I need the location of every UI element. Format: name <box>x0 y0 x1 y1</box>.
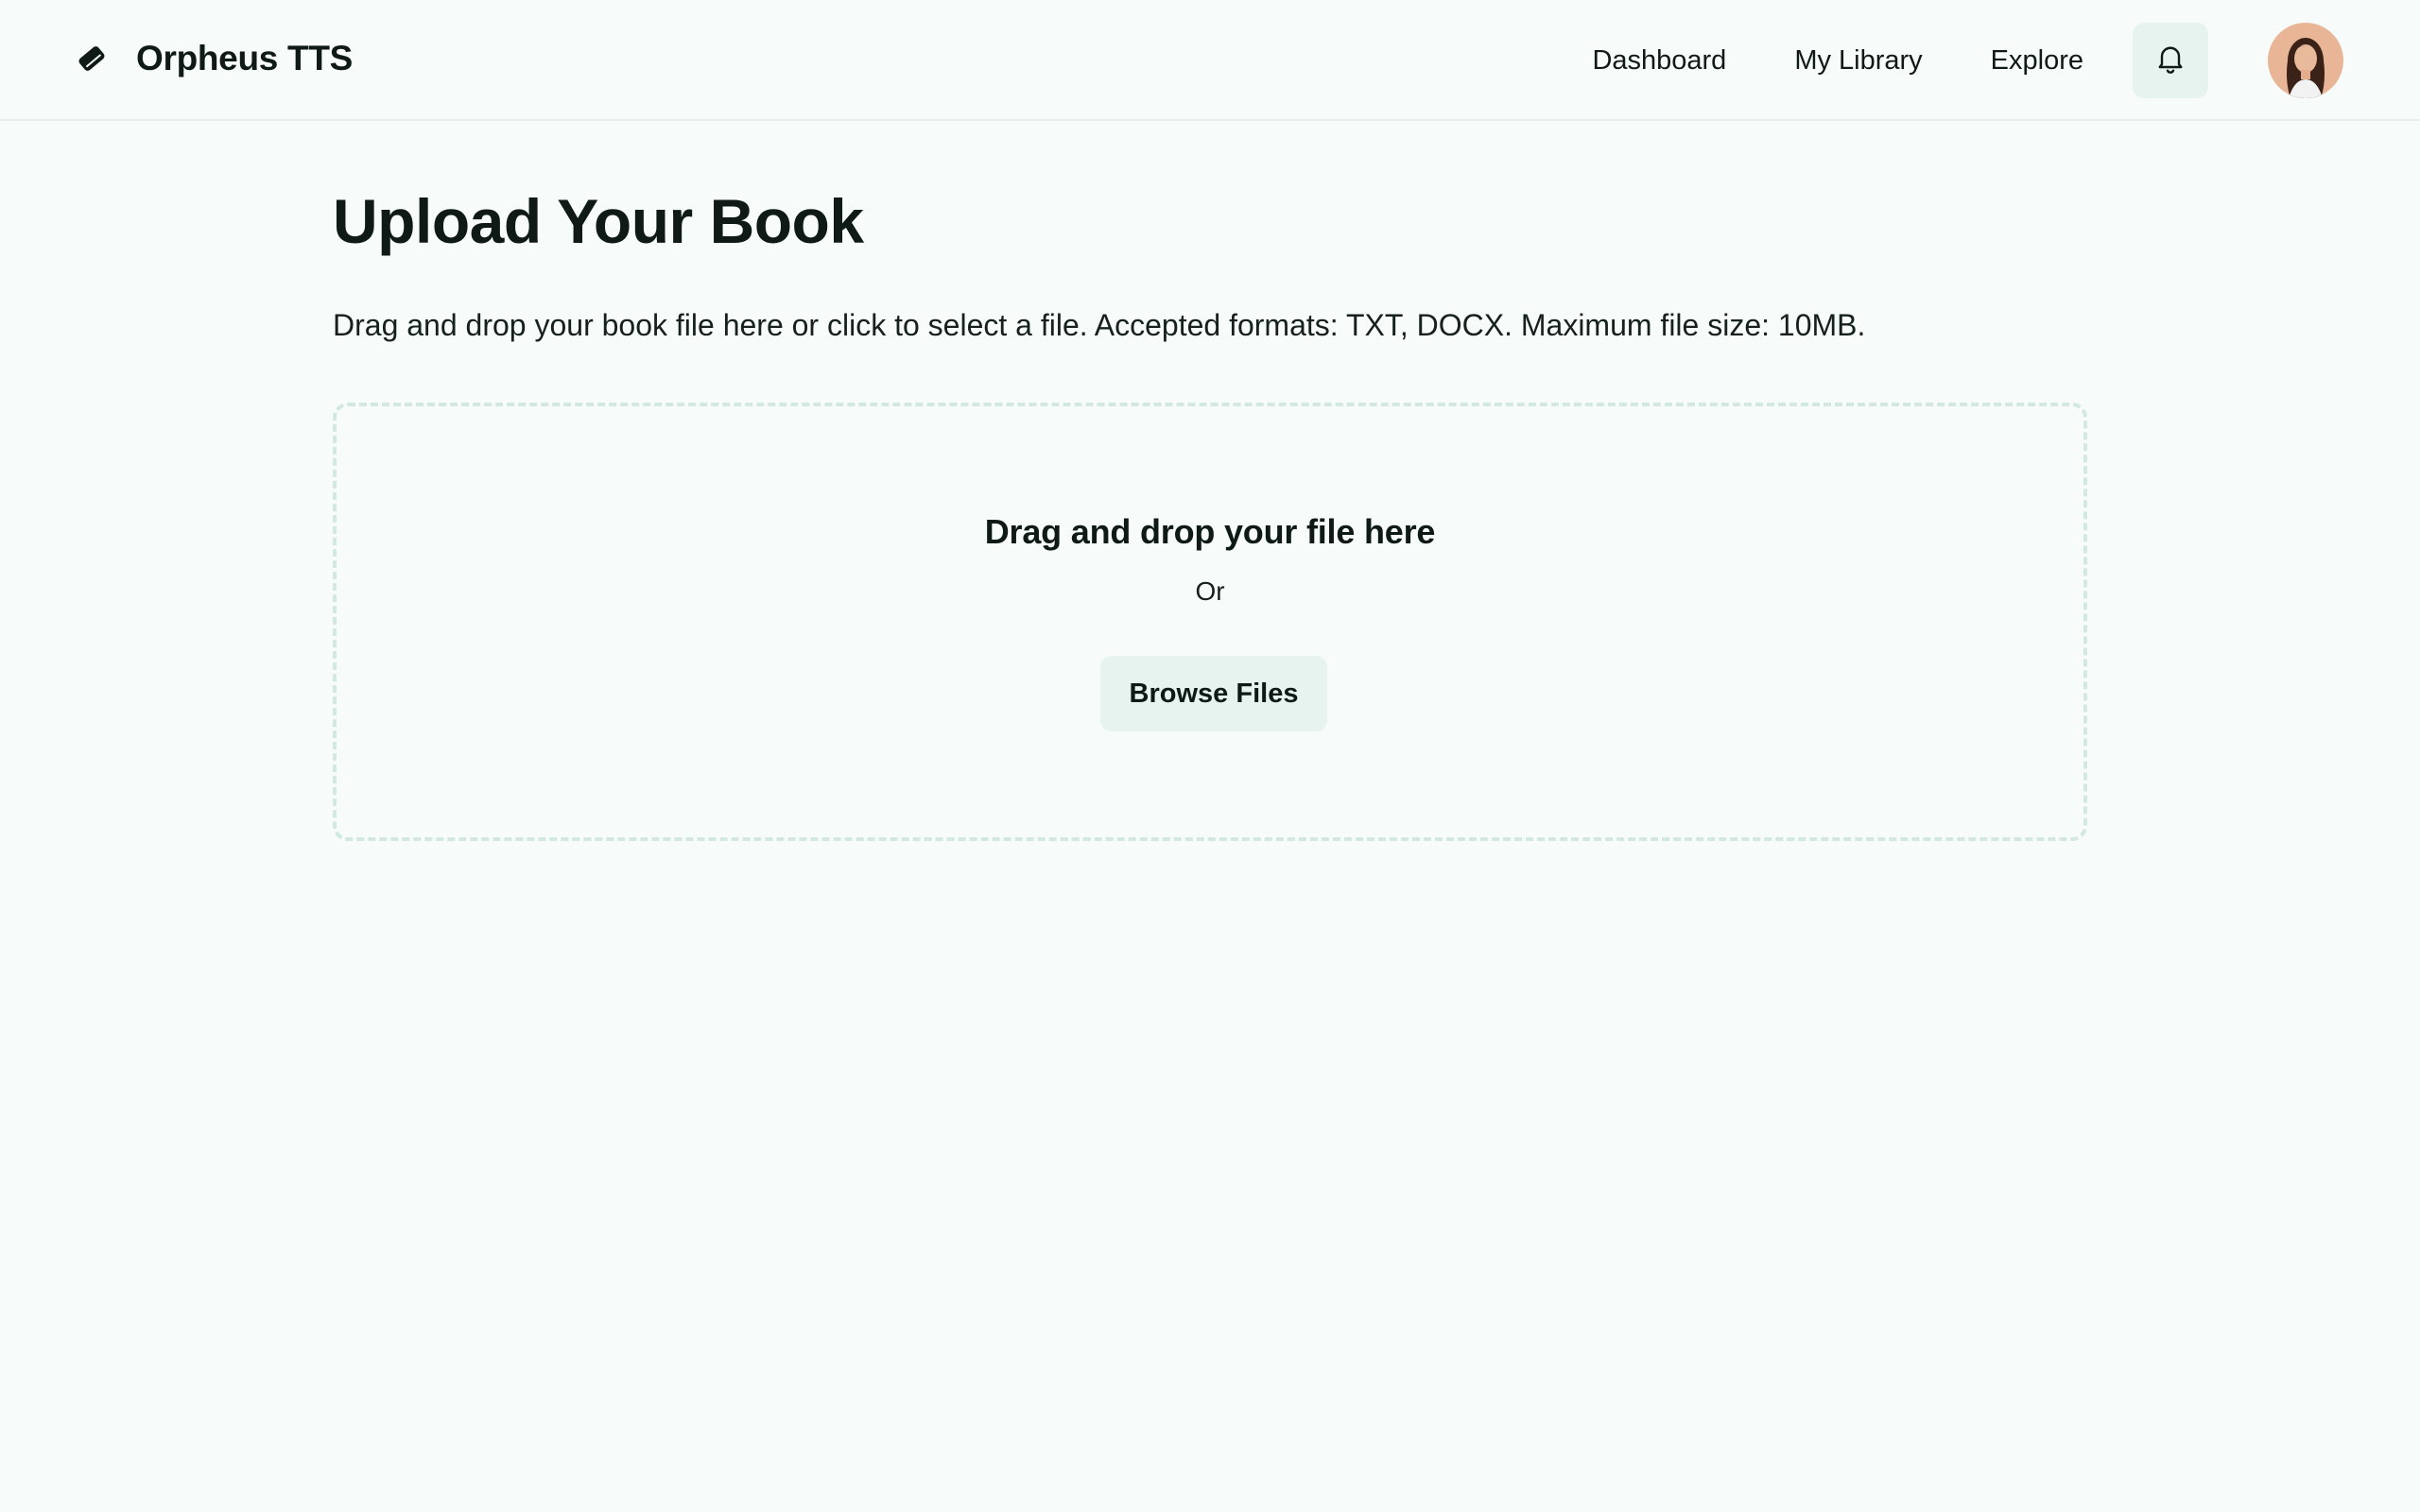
nav-link-explore[interactable]: Explore <box>1991 45 2083 77</box>
browse-files-button[interactable]: Browse Files <box>1100 656 1327 731</box>
dropzone-or-text: Or <box>1195 576 1225 606</box>
page-description: Drag and drop your book file here or cli… <box>333 308 1866 342</box>
nav-link-my-library[interactable]: My Library <box>1794 45 1922 77</box>
nav-link-dashboard[interactable]: Dashboard <box>1592 45 1726 77</box>
bell-icon <box>2153 42 2187 80</box>
book-icon <box>76 43 108 75</box>
brand-name: Orpheus TTS <box>136 39 353 77</box>
notifications-button[interactable] <box>2133 23 2208 98</box>
file-dropzone[interactable]: Drag and drop your file here Or Browse F… <box>333 403 2087 841</box>
page-title: Upload Your Book <box>333 186 864 256</box>
user-avatar[interactable] <box>2268 23 2343 98</box>
main-nav: Dashboard My Library Explore <box>1592 34 2083 87</box>
top-navigation-bar: Orpheus TTS Dashboard My Library Explore <box>0 0 2420 121</box>
dropzone-title: Drag and drop your file here <box>984 512 1436 551</box>
brand[interactable]: Orpheus TTS <box>76 34 353 83</box>
